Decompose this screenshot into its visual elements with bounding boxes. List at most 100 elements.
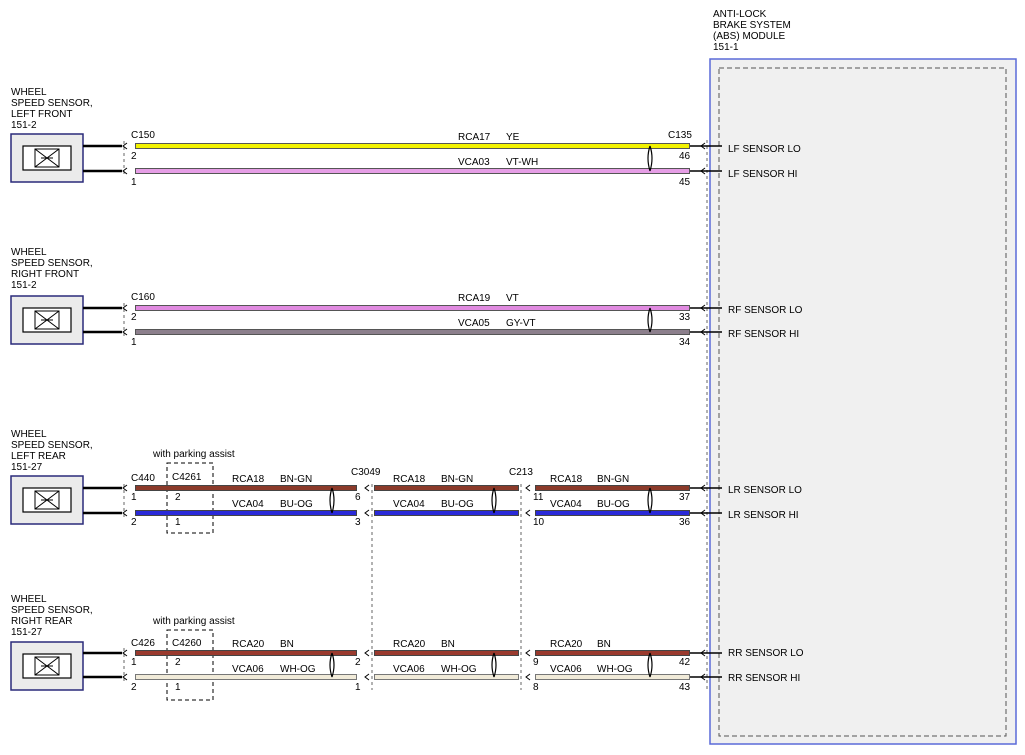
wire-color-label: BU-OG <box>597 499 630 510</box>
circuit-left-front: C150 C135 RCA17 YE VCA03 VT-WH 2 1 46 45 <box>83 130 692 188</box>
module-pin-label: LR SENSOR HI <box>728 510 799 521</box>
sensor-icon <box>10 475 84 525</box>
connector-label-c150: C150 <box>131 130 155 141</box>
wire-color-label: WH-OG <box>280 664 316 675</box>
wire-color-label: BN-GN <box>597 474 629 485</box>
pin-number: 36 <box>679 517 691 528</box>
wire-circuit-label: RCA19 <box>458 293 491 304</box>
wire-circuit-label: RCA18 <box>393 474 426 485</box>
abs-module: ANTI-LOCK BRAKE SYSTEM (ABS) MODULE 151-… <box>706 9 1017 745</box>
module-title-line-4: 151-1 <box>713 42 739 53</box>
option-note-lr: with parking assist <box>152 449 235 460</box>
wire-color-label: YE <box>506 132 520 143</box>
pin-number: 11 <box>533 492 544 503</box>
wire-circuit-label: RCA20 <box>232 639 265 650</box>
sensor-rr-label-3: RIGHT REAR <box>11 616 73 627</box>
pin-number: 2 <box>175 492 181 503</box>
sensor-lr-label-1: WHEEL <box>11 429 47 440</box>
pin-number: 1 <box>131 337 137 348</box>
wire-color-label: BN-GN <box>280 474 312 485</box>
pin-number: 1 <box>131 657 137 668</box>
wire-vca04 <box>135 510 690 516</box>
connector-label-c3049: C3049 <box>351 467 381 478</box>
pin-number: 3 <box>355 517 361 528</box>
wire-circuit-label: RCA20 <box>393 639 426 650</box>
wire-color-label: BN <box>597 639 611 650</box>
sensor-right-front: WHEEL SPEED SENSOR, RIGHT FRONT 151-2 <box>10 247 93 345</box>
sensor-rf-label-2: SPEED SENSOR, <box>11 258 93 269</box>
sensor-lr-label-4: 151-27 <box>11 462 43 473</box>
wire-color-label: BN-GN <box>441 474 473 485</box>
wire-rca20 <box>135 650 690 656</box>
wire-vca05 <box>135 329 690 335</box>
circuit-left-rear: C440 C4261 C3049 C213 RCA18 BN-GN RCA18 … <box>83 467 691 528</box>
twisted-pair-symbol <box>329 652 335 678</box>
option-parking-assist-rr: with parking assist <box>152 616 235 701</box>
sensor-rf-label-4: 151-2 <box>11 280 37 291</box>
twisted-pair-symbol <box>647 307 653 333</box>
wire-fill <box>536 651 689 655</box>
connector-arrow <box>364 649 370 657</box>
sensor-left-front: WHEEL SPEED SENSOR, LEFT FRONT 151-2 <box>10 87 93 183</box>
pin-number: 45 <box>679 177 691 188</box>
connector-arrows <box>122 142 531 681</box>
pin-number: 2 <box>131 151 137 162</box>
twisted-pair-symbol <box>491 487 497 514</box>
pin-number: 2 <box>131 312 137 323</box>
sensor-icon <box>10 295 84 345</box>
wire-fill <box>136 169 689 173</box>
sensor-rr-label-2: SPEED SENSOR, <box>11 605 93 616</box>
wire-fill <box>136 511 356 515</box>
wire-fill <box>375 675 518 679</box>
circuit-right-front: C160 RCA19 VT VCA05 GY-VT 2 1 33 34 <box>83 292 691 348</box>
pin-number: 46 <box>679 151 691 162</box>
pin-number: 1 <box>131 492 137 503</box>
wire-fill <box>136 330 689 334</box>
sensor-icon <box>10 133 84 183</box>
sensor-icon <box>10 641 84 691</box>
pin-number: 8 <box>533 682 539 693</box>
pin-number: 33 <box>679 312 691 323</box>
module-title-line-1: ANTI-LOCK <box>713 9 767 20</box>
wire-circuit-label: VCA04 <box>550 499 582 510</box>
pin-number: 2 <box>355 657 361 668</box>
pin-number: 43 <box>679 682 691 693</box>
pin-number: 1 <box>355 682 361 693</box>
pin-number: 9 <box>533 657 539 668</box>
module-pin-label: RF SENSOR LO <box>728 305 803 316</box>
pin-number: 10 <box>533 517 545 528</box>
wire-circuit-label: VCA03 <box>458 157 490 168</box>
wire-circuit-label: VCA06 <box>393 664 425 675</box>
wire-color-label: GY-VT <box>506 318 536 329</box>
wire-color-label: BN <box>441 639 455 650</box>
wire-rca17 <box>135 143 690 149</box>
sensor-right-rear: WHEEL SPEED SENSOR, RIGHT REAR 151-27 <box>10 594 93 691</box>
option-note-rr: with parking assist <box>152 616 235 627</box>
wire-color-label: VT <box>506 293 519 304</box>
wire-fill <box>136 486 356 490</box>
connector-label-c4260: C4260 <box>172 638 202 649</box>
pin-number: 2 <box>131 517 137 528</box>
module-pin-label: RR SENSOR HI <box>728 673 800 684</box>
pin-number: 1 <box>175 517 181 528</box>
wire-fill <box>375 511 518 515</box>
circuit-right-rear: C426 C4260 RCA20 BN RCA20 BN RCA20 BN VC… <box>83 638 691 693</box>
wire-fill <box>136 651 356 655</box>
connector-arrow <box>364 509 370 517</box>
wire-circuit-label: VCA06 <box>232 664 264 675</box>
wire-color-label: BU-OG <box>280 499 313 510</box>
pin-number: 37 <box>679 492 691 503</box>
pin-number: 1 <box>131 177 137 188</box>
wire-circuit-label: RCA17 <box>458 132 491 143</box>
wire-circuit-label: VCA06 <box>550 664 582 675</box>
sensor-left-rear: WHEEL SPEED SENSOR, LEFT REAR 151-27 <box>10 429 93 525</box>
sensor-rf-label-1: WHEEL <box>11 247 47 258</box>
twisted-pair-symbol <box>647 652 653 678</box>
connector-label-c160: C160 <box>131 292 155 303</box>
connector-label-c440: C440 <box>131 473 155 484</box>
connector-label-c426: C426 <box>131 638 155 649</box>
sensor-lf-label-1: WHEEL <box>11 87 47 98</box>
module-pin-rf-hi: RF SENSOR HI <box>690 328 799 340</box>
connector-arrow <box>364 484 370 492</box>
sensor-lf-label-4: 151-2 <box>11 120 37 131</box>
